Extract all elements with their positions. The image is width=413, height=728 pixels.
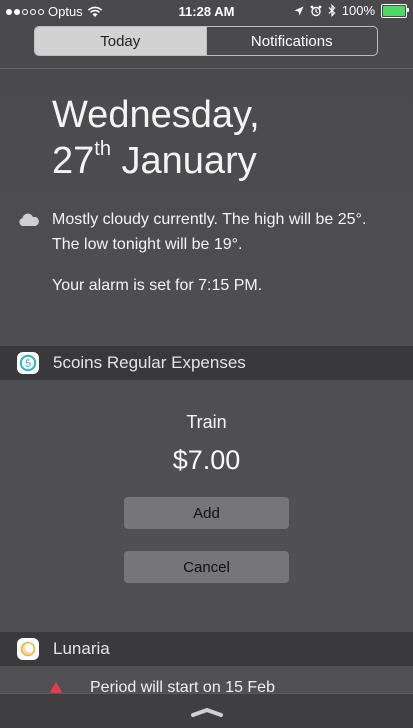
bottom-bar <box>0 693 413 728</box>
lunaria-widget-header[interactable]: Lunaria <box>0 632 413 666</box>
date-ordinal: th <box>94 138 111 160</box>
cloud-icon <box>19 213 39 226</box>
svg-text:5: 5 <box>25 358 31 370</box>
location-arrow-icon <box>294 6 304 15</box>
grabber-handle-icon[interactable] <box>190 707 224 717</box>
battery-icon <box>381 3 409 18</box>
add-button[interactable]: Add <box>124 497 289 529</box>
lunaria-widget-title: Lunaria <box>53 639 110 658</box>
today-date: Wednesday, 27th January <box>52 92 260 184</box>
coins-widget-header[interactable]: 5 5coins Regular Expenses <box>0 346 413 380</box>
period-row: Period will start on 15 Feb <box>0 675 413 695</box>
date-weekday: Wednesday, <box>52 94 260 136</box>
status-right: 100% <box>294 3 409 18</box>
bluetooth-icon <box>328 4 336 17</box>
alarm-summary: Your alarm is set for 7:15 PM. <box>52 277 263 294</box>
date-day: 27 <box>52 140 95 182</box>
lunaria-app-icon <box>17 638 39 660</box>
coins-widget-title: 5coins Regular Expenses <box>53 353 246 372</box>
expense-name: Train <box>186 412 227 432</box>
weather-text: Mostly cloudy currently. The high will b… <box>52 211 367 253</box>
cancel-button[interactable]: Cancel <box>124 551 289 583</box>
alarm-icon <box>310 5 322 16</box>
status-bar: Optus 11:28 AM 100% <box>0 0 413 22</box>
tab-today[interactable]: Today <box>35 27 206 55</box>
expense-amount: $7.00 <box>172 445 241 475</box>
tab-notifications[interactable]: Notifications <box>205 27 378 55</box>
date-day-month: 27th January <box>52 138 260 184</box>
header-divider <box>0 68 413 69</box>
battery-percent: 100% <box>341 3 375 18</box>
coins-app-icon: 5 <box>17 352 39 374</box>
view-segmented-control: Today Notifications <box>34 26 378 56</box>
date-month: January <box>121 140 257 182</box>
